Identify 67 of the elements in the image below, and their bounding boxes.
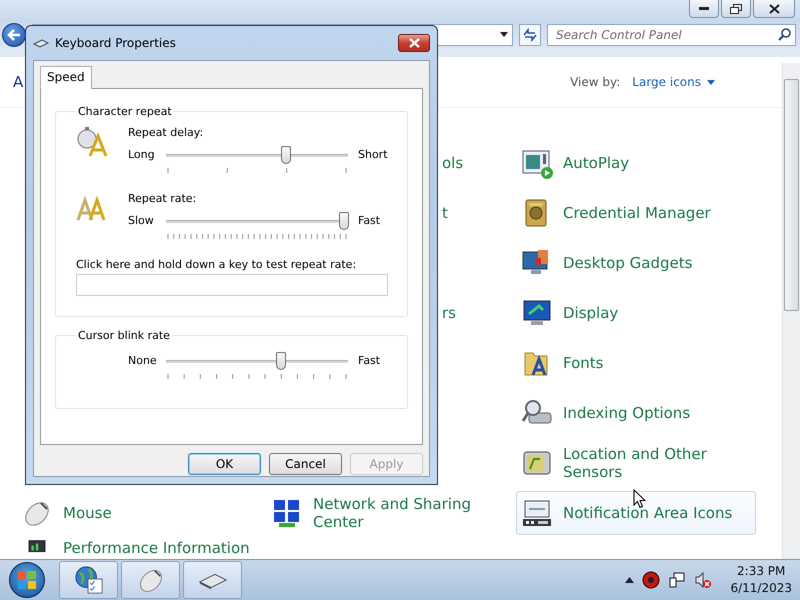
slider-min-label: Slow <box>128 213 155 227</box>
slider-max-label: Short <box>358 147 388 161</box>
input-field[interactable] <box>76 274 388 296</box>
item-label[interactable]: rs <box>442 304 456 322</box>
restore-button[interactable] <box>721 0 751 18</box>
control-panel-item[interactable]: Location and Other Sensors <box>516 441 756 485</box>
search-box[interactable]: Search Control Panel <box>547 24 796 46</box>
slider-min-label: None <box>128 353 158 367</box>
group-title: Character repeat <box>77 105 173 118</box>
slider-max-label: Fast <box>358 213 380 227</box>
restore-icon <box>730 4 742 14</box>
alert-icon[interactable] <box>642 571 660 589</box>
control-panel-item[interactable]: Fonts <box>516 341 756 385</box>
back-button[interactable] <box>2 22 26 47</box>
search-icon[interactable] <box>778 28 791 42</box>
control-panel-item[interactable]: Mouse <box>16 491 256 535</box>
clock-time[interactable]: 2:33 PM <box>737 563 786 580</box>
control-panel-item[interactable]: Display <box>516 291 756 335</box>
dialog-button[interactable]: Cancel <box>269 453 342 475</box>
clock-date[interactable]: 6/11/2023 <box>730 580 792 597</box>
search-input[interactable]: Search Control Panel <box>554 26 778 43</box>
slider-min-label: Long <box>128 147 156 161</box>
close-button[interactable] <box>753 0 795 18</box>
control-panel-item[interactable]: Desktop Gadgets <box>516 241 756 285</box>
control-panel-item[interactable]: AutoPlay <box>516 141 756 185</box>
close-icon <box>768 4 780 14</box>
slider-thumb[interactable] <box>281 146 292 164</box>
item-label[interactable]: ols <box>442 154 464 172</box>
muted-speaker-icon[interactable] <box>694 571 712 589</box>
scrollbar[interactable] <box>782 63 800 560</box>
page-heading: A <box>13 73 24 91</box>
taskbar-button[interactable] <box>59 561 118 599</box>
minimize-icon <box>699 6 709 10</box>
dialog-title: Keyboard Properties <box>55 36 177 50</box>
windows-logo-icon <box>17 570 37 590</box>
slider-thumb[interactable] <box>339 212 350 230</box>
control-panel-item[interactable]: Indexing Options <box>516 391 756 435</box>
view-by-dropdown[interactable]: Large icons <box>632 75 715 89</box>
globe-checklist-icon <box>74 565 104 595</box>
stopwatch-letter-icon <box>76 126 108 158</box>
refresh-button[interactable] <box>519 24 541 46</box>
group-title: Cursor blink rate <box>77 329 171 342</box>
view-by-label: View by: <box>570 75 620 89</box>
close-icon <box>408 38 420 48</box>
show-hidden-icons-icon[interactable] <box>625 577 634 583</box>
start-button[interactable] <box>9 562 45 598</box>
control-panel-item[interactable]: Notification Area Icons <box>516 491 756 535</box>
tab[interactable]: Speed <box>40 66 92 89</box>
test-field-label: Click here and hold down a key to test repeat rate: <box>76 258 358 271</box>
slider-thumb[interactable] <box>276 352 286 370</box>
item-label[interactable]: t <box>442 204 448 222</box>
slider-label: Repeat rate: <box>128 192 198 207</box>
control-panel-item[interactable]: Network and Sharing Center <box>266 491 506 535</box>
caret-icon <box>707 80 715 84</box>
dropdown-arrow-icon[interactable] <box>500 32 508 38</box>
taskbar-button[interactable] <box>121 561 180 599</box>
slider-max-label: Fast <box>358 353 380 367</box>
control-panel-item[interactable]: Credential Manager <box>516 191 756 235</box>
taskbar-button[interactable] <box>183 561 242 599</box>
control-panel-item[interactable]: Performance Information <box>16 538 256 558</box>
refresh-icon <box>523 28 537 42</box>
back-arrow-icon <box>7 28 21 41</box>
dialog-button[interactable]: OK <box>188 453 261 475</box>
slider-label: Repeat delay: <box>128 126 204 141</box>
minimize-button[interactable] <box>689 0 719 18</box>
keyboard-icon <box>33 38 49 48</box>
close-button[interactable] <box>398 34 430 52</box>
